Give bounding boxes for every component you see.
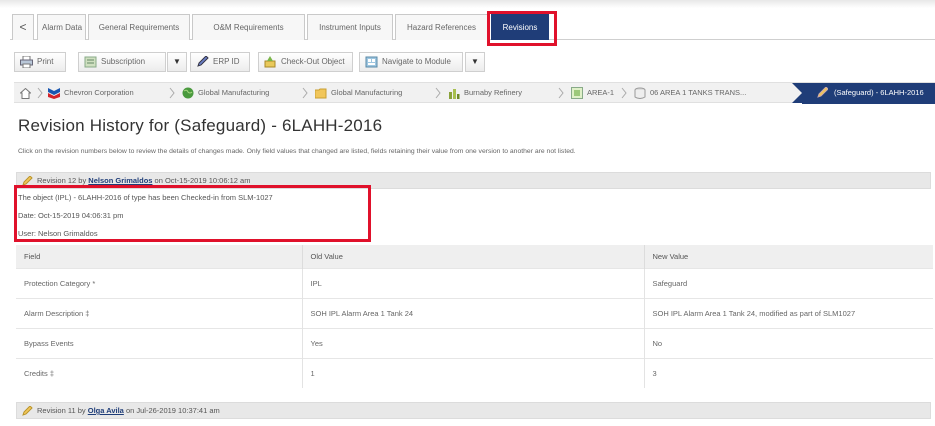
- checkin-details-highlight: [14, 185, 371, 242]
- revision-11-header: Revision 11 by Olga Avila on Jul-26-2019…: [16, 402, 931, 419]
- home-icon[interactable]: [20, 88, 31, 99]
- field-cell: Bypass Events: [16, 327, 303, 358]
- column-header-new-value: New Value: [644, 245, 933, 268]
- area-icon: [571, 87, 583, 99]
- check-out-label: Check-Out Object: [281, 57, 345, 66]
- refinery-icon: [449, 89, 460, 99]
- print-button[interactable]: Print: [14, 52, 66, 72]
- checkout-icon: [264, 56, 276, 68]
- chevron-right-icon: [621, 87, 627, 99]
- revisions-tab-highlight: [487, 11, 557, 46]
- breadcrumb-item-global-manufacturing-folder[interactable]: Global Manufacturing: [313, 83, 402, 104]
- new-value-cell: Safeguard: [644, 267, 933, 298]
- breadcrumb-item-chevron[interactable]: Chevron Corporation: [46, 83, 134, 104]
- check-out-button[interactable]: Check-Out Object: [258, 52, 353, 72]
- navigate-label: Navigate to Module: [382, 57, 451, 66]
- erp-id-button[interactable]: ERP ID: [190, 52, 250, 72]
- pencil-icon: [22, 406, 33, 416]
- old-value-cell: Yes: [302, 327, 645, 358]
- breadcrumb-label: Burnaby Refinery: [464, 88, 522, 97]
- tab-om-requirements[interactable]: O&M Requirements: [192, 14, 305, 40]
- breadcrumb-item-area-1[interactable]: AREA-1: [569, 83, 614, 104]
- field-cell: Alarm Description ‡: [16, 297, 303, 328]
- instructions-text: Click on the revision numbers below to r…: [18, 148, 576, 155]
- table-row: Bypass Events Yes No: [16, 327, 933, 358]
- erp-id-label: ERP ID: [213, 57, 240, 66]
- table-row: Protection Category * IPL Safeguard: [16, 267, 933, 298]
- revision-11-user-link[interactable]: Olga Avila: [88, 406, 124, 415]
- subscription-button[interactable]: Subscription: [78, 52, 166, 72]
- breadcrumb-item-global-manufacturing[interactable]: Global Manufacturing: [180, 83, 269, 104]
- table-row: Alarm Description ‡ SOH IPL Alarm Area 1…: [16, 297, 933, 328]
- breadcrumb-item-current: (Safeguard) - 6LAHH-2016: [792, 83, 935, 104]
- tab-alarm-data[interactable]: Alarm Data: [37, 14, 86, 40]
- pencil-icon: [197, 56, 209, 67]
- revision-12-user-link[interactable]: Nelson Grimaldos: [88, 176, 152, 185]
- tab-general-requirements[interactable]: General Requirements: [88, 14, 190, 40]
- navigate-dropdown[interactable]: ▼: [465, 52, 485, 72]
- revision-11-prefix: Revision 11 by: [37, 406, 88, 415]
- old-value-cell: SOH IPL Alarm Area 1 Tank 24: [302, 297, 645, 328]
- tab-instrument-inputs[interactable]: Instrument Inputs: [307, 14, 393, 40]
- navigate-to-module-button[interactable]: Navigate to Module: [359, 52, 463, 72]
- subscription-label: Subscription: [101, 57, 146, 66]
- chevron-right-icon: [558, 87, 564, 99]
- new-value-cell: 3: [644, 357, 933, 388]
- new-value-cell: No: [644, 327, 933, 358]
- module-icon: [365, 56, 378, 68]
- tab-back-button[interactable]: <: [12, 14, 34, 40]
- folder-icon: [315, 88, 327, 99]
- breadcrumb-label: Chevron Corporation: [64, 88, 134, 97]
- breadcrumb-label: AREA-1: [587, 88, 615, 97]
- print-label: Print: [37, 57, 54, 66]
- field-cell: Protection Category *: [16, 267, 303, 298]
- chevron-right-icon: [37, 87, 43, 99]
- subscription-icon: [84, 56, 97, 68]
- column-header-old-value: Old Value: [302, 245, 645, 268]
- revision-12-suffix: on Oct-15-2019 10:06:12 am: [152, 176, 251, 185]
- subscription-dropdown[interactable]: ▼: [167, 52, 187, 72]
- breadcrumb-current-label: (Safeguard) - 6LAHH-2016: [834, 88, 924, 97]
- breadcrumb-item-burnaby-refinery[interactable]: Burnaby Refinery: [446, 83, 522, 104]
- globe-icon: [182, 87, 194, 99]
- tab-bar: < Alarm Data General Requirements O&M Re…: [10, 14, 935, 40]
- table-header-row: Field Old Value New Value: [16, 245, 933, 268]
- breadcrumb-label: Global Manufacturing: [198, 88, 270, 97]
- column-header-field: Field: [16, 245, 303, 268]
- breadcrumb: Chevron Corporation Global Manufacturing…: [14, 82, 935, 104]
- revision-11-suffix: on Jul-26-2019 10:37:41 am: [123, 406, 220, 415]
- tank-icon: [634, 87, 646, 99]
- revision-12-prefix: Revision 12 by: [37, 176, 89, 185]
- old-value-cell: 1: [302, 357, 645, 388]
- printer-icon: [20, 56, 33, 68]
- table-row: Credits ‡ 1 3: [16, 357, 933, 388]
- revision-changes-table: Field Old Value New Value Protection Cat…: [16, 245, 933, 388]
- chevron-right-icon: [169, 87, 175, 99]
- tab-hazard-references[interactable]: Hazard References: [395, 14, 488, 40]
- chevron-right-icon: [302, 87, 308, 99]
- new-value-cell: SOH IPL Alarm Area 1 Tank 24, modified a…: [644, 297, 933, 328]
- chevron-right-icon: [435, 87, 441, 99]
- chevron-logo-icon: [48, 88, 60, 99]
- safeguard-icon: [817, 87, 828, 98]
- field-cell: Credits ‡: [16, 357, 303, 388]
- old-value-cell: IPL: [302, 267, 645, 298]
- breadcrumb-label: Global Manufacturing: [331, 88, 403, 97]
- window-top-shadow: [0, 0, 935, 8]
- page-title: Revision History for (Safeguard) - 6LAHH…: [18, 116, 383, 135]
- breadcrumb-item-tanks[interactable]: 06 AREA 1 TANKS TRANS...: [632, 83, 746, 104]
- breadcrumb-label: 06 AREA 1 TANKS TRANS...: [650, 88, 747, 97]
